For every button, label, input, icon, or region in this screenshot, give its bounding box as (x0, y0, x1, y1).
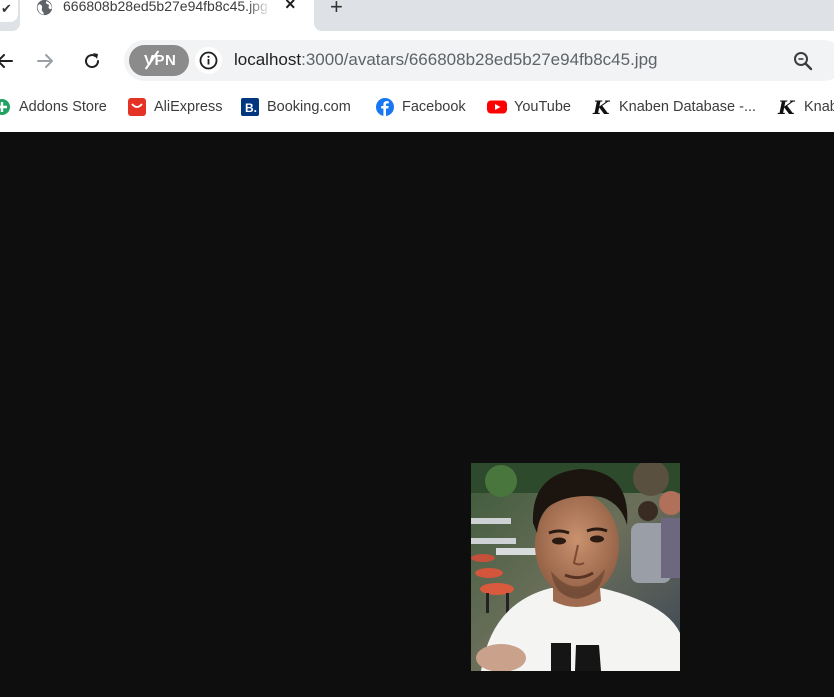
zoom-icon[interactable] (792, 50, 814, 72)
bookmark-youtube[interactable]: YouTube (487, 96, 571, 118)
svg-text:K: K (592, 97, 611, 117)
tab-strip: ✔ 666808b28ed5b27e94fb8c45.jpg × + (0, 0, 834, 31)
info-icon (199, 51, 218, 70)
knaben-icon: K (777, 97, 796, 117)
back-arrow-icon[interactable] (0, 49, 16, 73)
site-info-button[interactable] (195, 47, 222, 74)
bookmark-aliexpress[interactable]: AliExpress (127, 96, 223, 118)
new-tab-button[interactable]: + (330, 0, 343, 20)
url-path: :3000/avatars/666808b28ed5b27e94fb8c45.j… (301, 50, 658, 69)
chevron-icon: ✔ (1, 1, 12, 16)
booking-icon: B. (241, 98, 259, 116)
reload-icon[interactable] (80, 49, 104, 73)
bookmark-facebook[interactable]: Facebook (375, 96, 466, 118)
previous-tab[interactable]: ✔ (0, 0, 18, 22)
bookmark-label: Addons Store (19, 99, 107, 115)
image-viewer (0, 132, 834, 697)
url-host: localhost (234, 50, 302, 69)
url-text[interactable]: localhost:3000/avatars/666808b28ed5b27e9… (234, 50, 657, 70)
svg-text:K: K (777, 97, 796, 117)
address-bar[interactable]: VPN localhost:3000/avatars/666808b28ed5b… (124, 40, 834, 81)
aliexpress-icon (128, 98, 146, 116)
tab-close-icon[interactable]: × (285, 0, 296, 15)
bookmark-label: Knab (804, 99, 834, 115)
bookmark-label: AliExpress (154, 99, 223, 115)
active-tab[interactable]: 666808b28ed5b27e94fb8c45.jpg × (12, 0, 322, 31)
bookmarks-bar: Addons Store AliExpress B. Booking.com F… (0, 90, 834, 132)
bookmark-label: YouTube (514, 99, 571, 115)
youtube-icon (487, 100, 507, 114)
bookmark-label: Facebook (402, 99, 466, 115)
bookmark-addons-store[interactable]: Addons Store (0, 96, 107, 118)
toolbar: VPN localhost:3000/avatars/666808b28ed5b… (0, 31, 834, 90)
globe-icon (36, 0, 53, 16)
facebook-icon (376, 98, 394, 116)
avatar-photo[interactable] (471, 463, 680, 671)
tab-title: 666808b28ed5b27e94fb8c45.jpg (63, 0, 268, 14)
vpn-toggle[interactable]: VPN (129, 45, 189, 76)
bookmark-label: Knaben Database -... (619, 99, 757, 115)
bookmark-knaben[interactable]: K Knab (777, 96, 834, 118)
forward-arrow-icon[interactable] (34, 49, 58, 73)
bookmark-label: Booking.com (267, 99, 351, 115)
bookmark-booking[interactable]: B. Booking.com (240, 96, 351, 118)
svg-text:B.: B. (245, 101, 257, 115)
knaben-icon: K (592, 97, 611, 117)
bookmark-knaben-database[interactable]: K Knaben Database -... (592, 96, 756, 118)
addons-icon (0, 99, 10, 115)
